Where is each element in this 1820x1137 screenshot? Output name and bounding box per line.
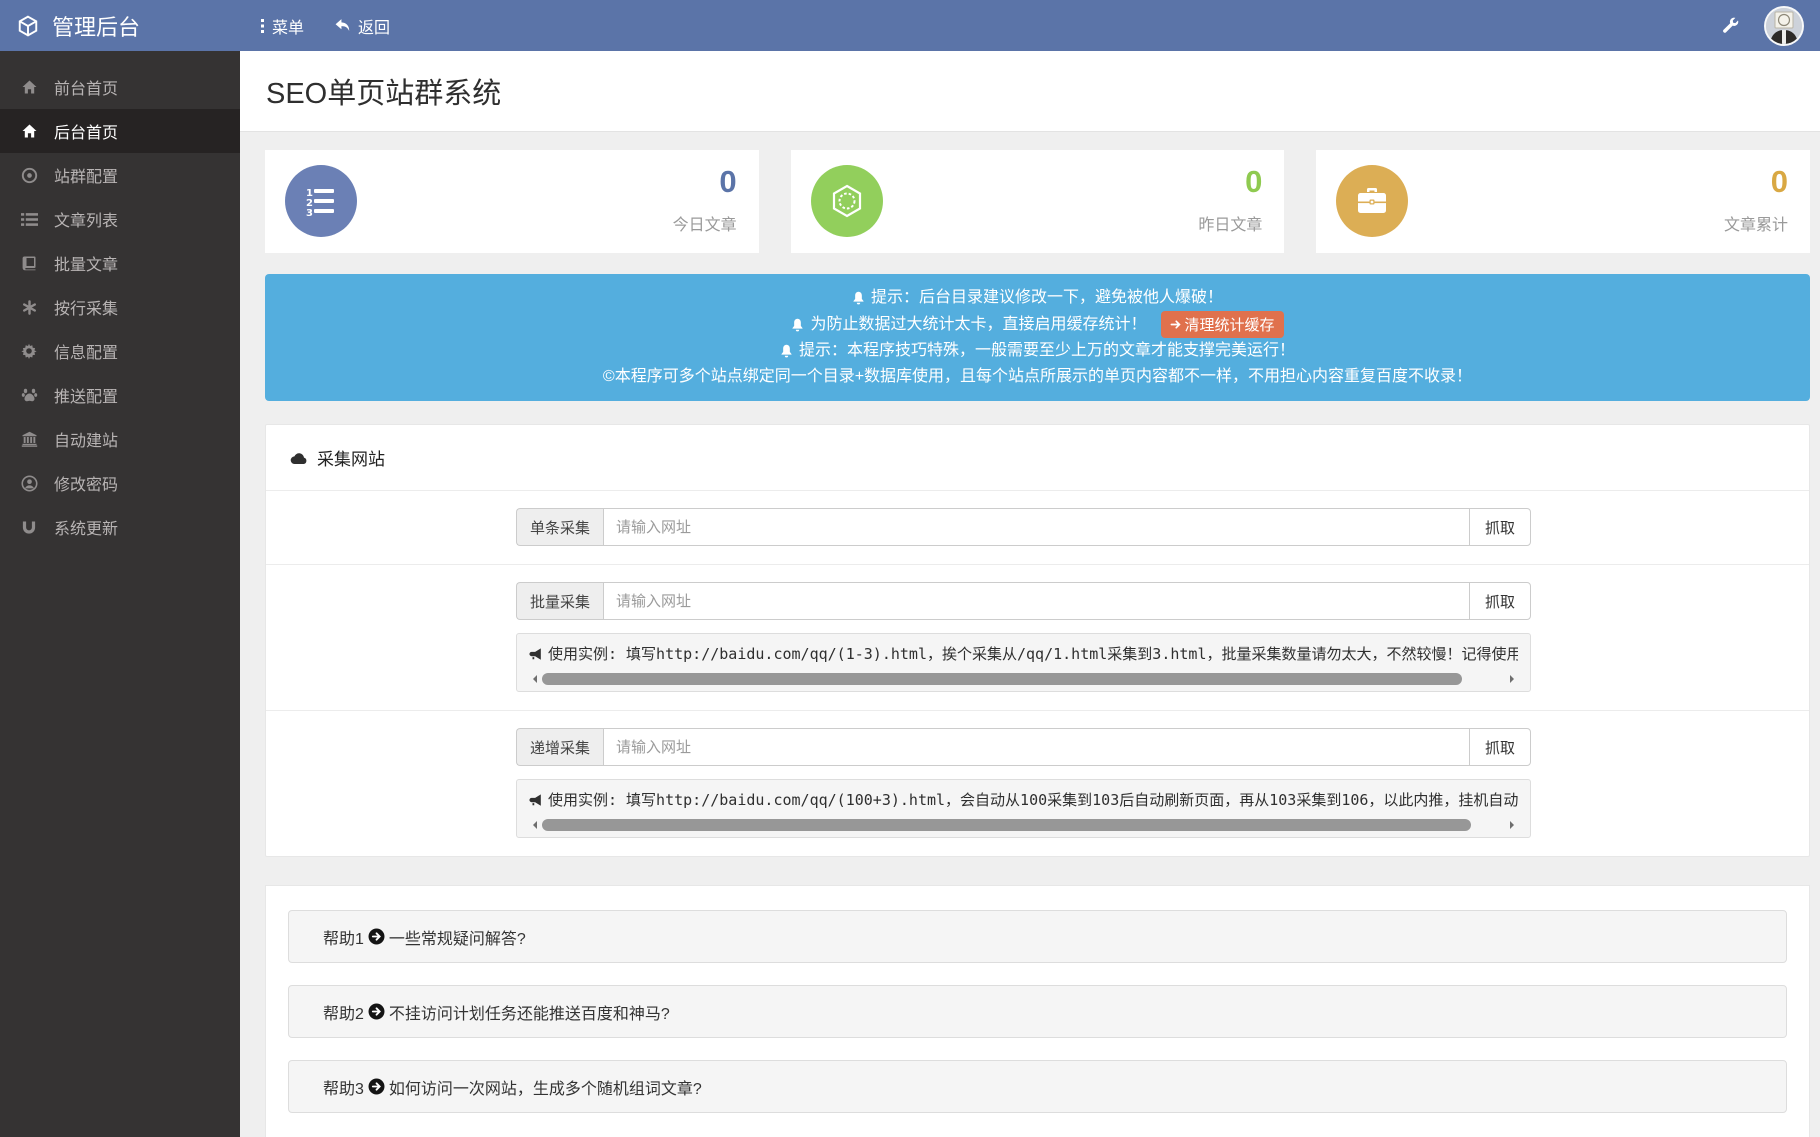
collect-panel: 采集网站 单条采集 抓取 批量采集 抓取 [265,424,1810,857]
main-content: SEO单页站群系统 1 2 3 0 今日文章 [240,51,1820,1137]
scroll-left-icon[interactable] [529,821,537,829]
sidebar-item-article-list[interactable]: 文章列表 [0,197,240,241]
stat-label-total: 文章累计 [1724,211,1788,235]
horizontal-scrollbar[interactable] [529,818,1518,832]
bullhorn-icon [529,793,543,807]
page-title: SEO单页站群系统 [266,70,501,112]
brand-title: 管理后台 [52,10,140,42]
menu-toggle[interactable]: 菜单 [260,14,304,38]
sidebar-item-push-config[interactable]: 推送配置 [0,373,240,417]
stat-card-total: 0 文章累计 [1316,150,1810,253]
stat-value-total: 0 [1724,165,1788,199]
sidebar-item-change-password[interactable]: 修改密码 [0,461,240,505]
book-icon [19,255,39,271]
page-header: SEO单页站群系统 [240,51,1820,132]
horizontal-scrollbar[interactable] [529,672,1518,686]
bell-icon [791,318,804,332]
scroll-left-icon[interactable] [529,675,537,683]
bell-icon [852,291,865,305]
paw-icon [19,387,39,403]
clear-cache-button[interactable]: 清理统计缓存 [1161,311,1284,338]
reply-arrow-icon [334,18,351,33]
update-icon [19,520,39,535]
avatar[interactable] [1764,6,1804,46]
batch-collect-label: 批量采集 [516,582,603,620]
home-icon [19,79,39,95]
gear-icon [19,343,39,359]
topnav: 菜单 返回 [260,14,390,38]
cube-icon [17,15,39,37]
sidebar-item-line-collect[interactable]: 按行采集 [0,285,240,329]
arrow-circle-right-icon [368,1003,385,1020]
scrollbar-thumb[interactable] [542,673,1462,685]
topbar: 管理后台 菜单 返回 [0,0,1820,51]
increment-collect-label: 递增采集 [516,728,603,766]
stat-card-yesterday: 0 昨日文章 [791,150,1285,253]
stat-value-yesterday: 0 [1198,165,1262,199]
sidebar: 前台首页 后台首页 站群配置 文章列表 批量文章 [0,51,240,1137]
stats-row: 1 2 3 0 今日文章 [265,150,1810,253]
sidebar-item-batch-articles[interactable]: 批量文章 [0,241,240,285]
help-panel: 帮助1 一些常规疑问解答? 帮助2 不挂访问计划任务还能推送百度和神马? 帮助3… [265,885,1810,1137]
tips-alert: 提示：后台目录建议修改一下，避免被他人爆破！ 为防止数据过大统计太卡，直接启用缓… [265,274,1810,401]
stat-value-today: 0 [673,165,737,199]
sidebar-item-site-config[interactable]: 站群配置 [0,153,240,197]
bank-icon [19,431,39,447]
home-icon [19,123,39,139]
help-item-1[interactable]: 帮助1 一些常规疑问解答? [288,910,1787,963]
increment-collect-note: 使用实例: 填写http://baidu.com/qq/(100+3).html… [516,779,1531,838]
increment-grab-button[interactable]: 抓取 [1469,728,1531,766]
scrollbar-thumb[interactable] [542,819,1471,831]
single-grab-button[interactable]: 抓取 [1469,508,1531,546]
single-collect-input[interactable] [603,508,1470,546]
bullhorn-icon [529,647,543,661]
svg-text:3: 3 [306,208,313,217]
stat-label-today: 今日文章 [673,211,737,235]
collect-panel-title: 采集网站 [317,445,385,470]
user-circle-icon [19,475,39,492]
increment-collect-block: 递增采集 抓取 使用实例: 填写http://baidu.com/qq/(100… [266,711,1809,856]
arrow-circle-right-icon [368,1078,385,1095]
hexagon-badge-icon [811,165,883,237]
scroll-right-icon[interactable] [1510,675,1518,683]
chrome-icon [19,167,39,184]
brand[interactable]: 管理后台 [0,10,240,42]
cloud-icon [290,451,308,465]
sidebar-item-front-home[interactable]: 前台首页 [0,65,240,109]
help-item-3[interactable]: 帮助3 如何访问一次网站，生成多个随机组词文章? [288,1060,1787,1113]
batch-collect-note: 使用实例: 填写http://baidu.com/qq/(1-3).html，挨… [516,633,1531,692]
increment-collect-input[interactable] [603,728,1470,766]
arrow-right-icon [1170,319,1181,330]
stat-label-yesterday: 昨日文章 [1198,211,1262,235]
collect-panel-header: 采集网站 [266,425,1809,491]
bell-icon [780,344,793,358]
sidebar-item-auto-build[interactable]: 自动建站 [0,417,240,461]
topbar-right [1722,6,1820,46]
batch-collect-block: 批量采集 抓取 使用实例: 填写http://baidu.com/qq/(1-3… [266,565,1809,711]
stat-card-today: 1 2 3 0 今日文章 [265,150,759,253]
sidebar-item-info-config[interactable]: 信息配置 [0,329,240,373]
arrow-circle-right-icon [368,928,385,945]
sidebar-item-system-update[interactable]: 系统更新 [0,505,240,549]
asterisk-icon [19,300,39,315]
sidebar-item-admin-home[interactable]: 后台首页 [0,109,240,153]
list-icon [19,212,39,227]
scroll-right-icon[interactable] [1510,821,1518,829]
batch-grab-button[interactable]: 抓取 [1469,582,1531,620]
ordered-list-icon: 1 2 3 [285,165,357,237]
help-item-2[interactable]: 帮助2 不挂访问计划任务还能推送百度和神马? [288,985,1787,1038]
batch-collect-input[interactable] [603,582,1470,620]
single-collect-block: 单条采集 抓取 [266,491,1809,565]
ellipsis-v-icon [260,18,265,34]
single-collect-label: 单条采集 [516,508,603,546]
back-link[interactable]: 返回 [334,14,390,38]
wrench-icon[interactable] [1722,17,1740,35]
briefcase-icon [1336,165,1408,237]
